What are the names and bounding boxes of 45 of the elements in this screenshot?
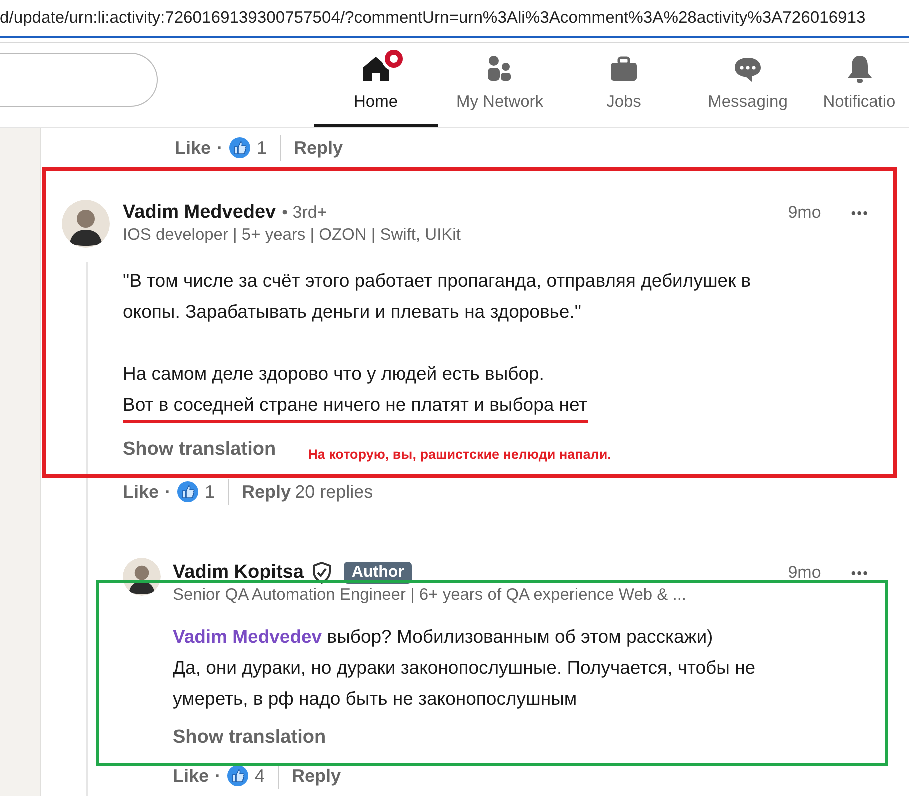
connection-degree: • 3rd+ <box>282 203 328 223</box>
annotation-note: На которую, вы, рашистские нелюди напали. <box>308 446 612 462</box>
author-headline: Senior QA Automation Engineer | 6+ years of QA experience Web & ... <box>173 586 688 605</box>
show-translation-link[interactable]: Show translation <box>123 439 276 461</box>
avatar[interactable] <box>62 200 110 248</box>
reaction-count[interactable]: 4 <box>255 766 266 786</box>
like-link[interactable]: Like <box>173 766 210 786</box>
search-field[interactable] <box>0 53 158 107</box>
reaction-count[interactable]: 1 <box>257 138 268 158</box>
timestamp: 9mo <box>788 563 822 583</box>
like-icon <box>227 765 250 787</box>
shield-check-icon <box>312 562 332 584</box>
reply-text-line: Vadim Medvedev выбор? Мобилизованным об этом расскажи) <box>173 625 714 649</box>
address-bar-url[interactable]: d/update/urn:li:activity:7260169139300757504/?commentUrn=urn%3Ali%3Acomment%3A%28activity%3A726016913 <box>0 0 909 36</box>
dot-separator: · <box>217 138 224 158</box>
reply-link[interactable]: Reply <box>294 138 344 158</box>
like-link[interactable]: Like <box>123 482 160 502</box>
author-name[interactable]: Vadim Kopitsa <box>173 562 304 584</box>
like-link[interactable]: Like <box>175 138 212 158</box>
author-headline: IOS developer | 5+ years | OZON | Swift, UIKit <box>123 226 462 245</box>
nav-tab[interactable]: Notificatio <box>810 43 909 127</box>
avatar[interactable] <box>123 558 161 596</box>
more-options-button[interactable]: ••• <box>851 205 869 221</box>
reaction-count[interactable]: 1 <box>205 482 216 502</box>
comment-text-line: окопы. Зарабатывать деньги и плевать на здоровье." <box>123 300 582 324</box>
more-options-button[interactable]: ••• <box>851 565 869 581</box>
show-translation-link[interactable]: Show translation <box>173 727 326 749</box>
comment-text-line: На самом деле здорово что у людей есть выбор. <box>123 362 544 386</box>
comment-text-line: Вот в соседней стране ничего не платят и выбора нет <box>123 392 588 423</box>
reply-link[interactable]: Reply <box>292 766 342 786</box>
nav-tab[interactable]: Home <box>314 43 438 127</box>
comment-text-line: "В том числе за счёт этого работает пропаганда, отправляя дебилушек в <box>123 269 752 293</box>
reply-link[interactable]: Reply <box>242 482 292 502</box>
dot-separator: · <box>165 482 172 502</box>
dot-separator: · <box>215 766 222 786</box>
nav-tab[interactable]: Jobs <box>562 43 686 127</box>
timestamp: 9mo <box>788 203 822 223</box>
nav-tab[interactable]: My Network <box>438 43 562 127</box>
author-name[interactable]: Vadim Medvedev <box>123 202 276 224</box>
like-icon <box>177 481 200 503</box>
reply-text-line: Да, они дураки, но дураки законопослушные. Получается, чтобы не <box>173 656 756 680</box>
replies-count[interactable]: 20 replies <box>295 482 374 502</box>
like-icon <box>229 137 252 159</box>
nav-tab[interactable]: Messaging <box>686 43 810 127</box>
reply-text-line: умереть, в рф надо быть не законопослушным <box>173 687 578 711</box>
